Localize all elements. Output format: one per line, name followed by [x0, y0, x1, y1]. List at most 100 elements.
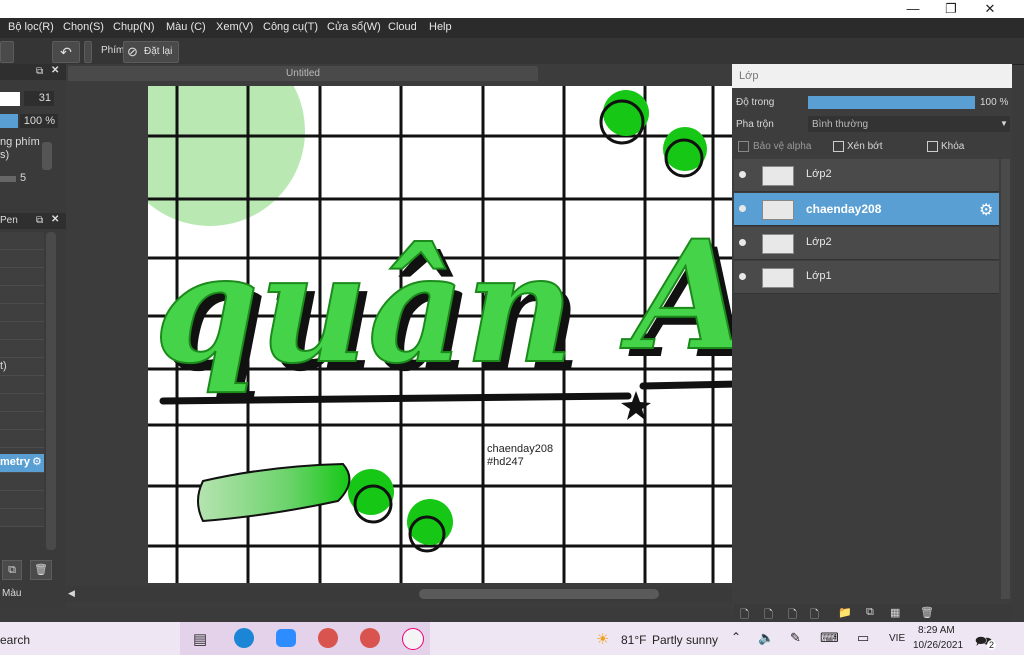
layer-opacity-bar[interactable]: [808, 96, 975, 109]
zoom-icon[interactable]: [276, 629, 296, 647]
light-green-circle: [148, 86, 305, 226]
reset-label: Đặt lại: [144, 46, 173, 57]
tool-row[interactable]: [0, 491, 44, 509]
clock-date[interactable]: 10/26/2021: [913, 640, 963, 651]
duplicate-icon[interactable]: ⧉: [866, 606, 874, 619]
folder-icon[interactable]: 📁: [838, 606, 852, 619]
tool-row[interactable]: [0, 376, 44, 394]
panel-scrollbar[interactable]: [46, 232, 56, 550]
tool-row[interactable]: [0, 250, 44, 268]
speaker-icon[interactable]: 🔈: [758, 630, 774, 646]
chrome-profile-icon[interactable]: [360, 628, 380, 648]
popout-icon[interactable]: ⧉: [36, 66, 43, 77]
grid-icon[interactable]: [0, 41, 14, 63]
opacity-field[interactable]: 100 %: [20, 114, 58, 128]
gear-icon[interactable]: ⚙: [32, 455, 42, 468]
undo-icon[interactable]: ↶: [52, 41, 80, 63]
lock-label: Khóa: [941, 141, 965, 152]
reset-button[interactable]: ⊘ Đặt lại: [123, 41, 179, 63]
menu-capture[interactable]: Chụp(N): [113, 21, 155, 33]
pen-panel-header: Pen ⧉ ✕: [0, 213, 66, 229]
pen-icon[interactable]: ✎: [790, 630, 801, 646]
menu-view[interactable]: Xem(V): [216, 21, 253, 33]
clock-time[interactable]: 8:29 AM: [918, 625, 955, 636]
visibility-icon[interactable]: [739, 239, 746, 246]
brush-size-field[interactable]: 31: [24, 91, 54, 106]
close-panel-icon[interactable]: ✕: [51, 214, 59, 225]
selected-tool-label: metry: [0, 456, 30, 468]
menu-window[interactable]: Cửa sổ(W): [327, 21, 381, 33]
close-panel-icon[interactable]: ✕: [51, 65, 59, 76]
menu-color[interactable]: Màu (C): [166, 21, 206, 33]
menu-tools[interactable]: Công cụ(T): [263, 21, 318, 33]
drawing-canvas[interactable]: quân quân A A chaenday208 #hd247: [148, 86, 732, 583]
search-box[interactable]: earch: [0, 633, 30, 647]
task-view-icon[interactable]: ▤: [193, 630, 207, 648]
weather-text[interactable]: Partly sunny: [652, 633, 718, 647]
menu-select[interactable]: Chọn(S): [63, 21, 104, 33]
keyboard-icon[interactable]: ⌨: [820, 630, 839, 646]
popout-icon[interactable]: ⧉: [36, 215, 43, 226]
scroll-thumb[interactable]: [419, 589, 659, 599]
scroll-left-icon[interactable]: ◀: [68, 588, 75, 599]
restore-icon[interactable]: ❐: [936, 0, 966, 18]
layer-row[interactable]: Lớp2: [734, 159, 999, 192]
language-indicator[interactable]: VIE: [889, 633, 905, 644]
layer-row[interactable]: Lớp2: [734, 227, 999, 260]
color-tab-label[interactable]: Màu: [2, 588, 21, 599]
protect-alpha-checkbox[interactable]: [738, 141, 749, 152]
close-icon[interactable]: ✕: [975, 0, 1005, 18]
gear-icon[interactable]: ⚙: [979, 200, 993, 220]
duplicate-icon[interactable]: ⧉: [2, 560, 22, 580]
weather-temp: 81°F: [621, 633, 647, 647]
lock-checkbox[interactable]: [927, 141, 938, 152]
edge-icon[interactable]: [234, 628, 254, 648]
minimize-icon[interactable]: —: [898, 0, 928, 18]
paint-app-icon[interactable]: [402, 628, 424, 650]
tool-row[interactable]: [0, 412, 44, 430]
layer-row[interactable]: Lớp1: [734, 261, 999, 294]
tool-row[interactable]: [0, 394, 44, 412]
menu-help[interactable]: Help: [429, 21, 452, 33]
tool-row[interactable]: [0, 509, 44, 527]
tool-row[interactable]: [0, 322, 44, 340]
chevron-up-icon[interactable]: ⌃: [731, 630, 741, 644]
display-icon[interactable]: ▭: [857, 630, 869, 646]
s-label: s): [0, 149, 10, 161]
tool-row[interactable]: [0, 473, 44, 491]
merge-icon[interactable]: ▦: [890, 606, 900, 619]
tool-row[interactable]: t): [0, 358, 44, 376]
tool-row[interactable]: [0, 268, 44, 286]
tool-row[interactable]: [0, 430, 44, 448]
value-5: 5: [20, 172, 27, 184]
tool-row[interactable]: [0, 232, 44, 250]
horizontal-scrollbar[interactable]: ◀: [66, 586, 732, 602]
undo-dropdown[interactable]: [84, 41, 92, 63]
tool-row-selected[interactable]: metry ⚙: [0, 454, 44, 473]
document-tab[interactable]: Untitled: [68, 66, 538, 81]
menu-filter[interactable]: Bộ lọc(R): [8, 21, 54, 33]
value-slider[interactable]: [0, 176, 16, 182]
opacity-bar[interactable]: [0, 114, 18, 128]
chrome-icon[interactable]: [318, 628, 338, 648]
color-swatch[interactable]: [0, 92, 20, 106]
layer-row-selected[interactable]: chaenday208 ⚙: [734, 193, 999, 226]
blend-select[interactable]: Bình thường ▼: [808, 116, 1010, 132]
visibility-icon[interactable]: [739, 273, 746, 280]
layer-thumbnail: [762, 200, 794, 220]
tool-row[interactable]: [0, 340, 44, 358]
chevron-down-icon: ▼: [1000, 119, 1008, 128]
tool-row[interactable]: [0, 304, 44, 322]
visibility-icon[interactable]: [739, 171, 746, 178]
clip-checkbox[interactable]: [833, 141, 844, 152]
opacity-label: Độ trong: [736, 97, 775, 108]
layer-scrollbar[interactable]: [1001, 159, 1010, 599]
prohibit-icon: ⊘: [127, 44, 138, 59]
slider-handle[interactable]: [42, 142, 52, 170]
tool-row[interactable]: [0, 286, 44, 304]
menu-cloud[interactable]: Cloud: [388, 21, 417, 33]
trash-icon[interactable]: 🗑: [920, 606, 934, 619]
layer-panel-title: Lớp: [739, 70, 759, 82]
visibility-icon[interactable]: [739, 205, 746, 212]
trash-icon[interactable]: 🗑: [30, 560, 52, 580]
